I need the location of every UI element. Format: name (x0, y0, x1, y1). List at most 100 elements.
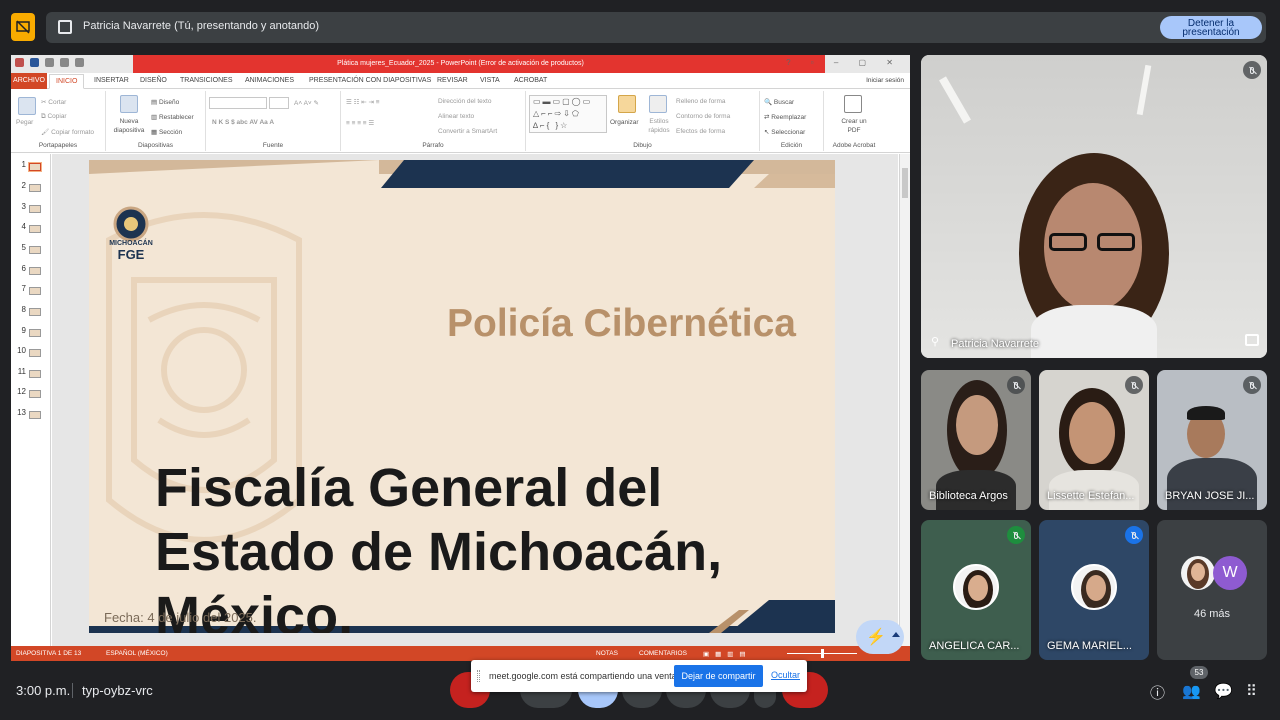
thumbnail-5[interactable]: 5 (14, 243, 48, 257)
tab-archivo[interactable]: ARCHIVO (11, 73, 47, 89)
quick-styles-button[interactable]: Estilos rápidos (644, 117, 674, 135)
arrange-button[interactable]: Organizar (610, 119, 639, 126)
info-icon[interactable]: ⓘ (1150, 682, 1165, 703)
new-slide-icon[interactable] (120, 95, 138, 113)
avatar (953, 564, 999, 610)
comments-button[interactable]: COMENTARIOS (639, 650, 687, 657)
tab-presentacion[interactable]: PRESENTACIÓN CON DIAPOSITIVAS (309, 77, 431, 84)
presenter-mic-off-icon (1243, 61, 1261, 79)
hide-notice-link[interactable]: Ocultar (771, 670, 800, 680)
find-button[interactable]: 🔍 Buscar (764, 98, 794, 106)
tile-lissette[interactable]: Lissette Estefan... (1039, 370, 1149, 510)
thumbnail-9[interactable]: 9 (14, 326, 48, 340)
tab-transiciones[interactable]: TRANSICIONES (180, 77, 233, 84)
notes-button[interactable]: NOTAS (596, 650, 618, 657)
font-format-buttons[interactable]: N K S $ abc AV Aa A (212, 119, 274, 126)
chevron-up-icon (892, 632, 900, 637)
language-indicator[interactable]: ESPAÑOL (MÉXICO) (106, 650, 168, 657)
stop-sharing-button[interactable]: Dejar de compartir (674, 665, 763, 687)
section-button[interactable]: ▦ Sección (151, 128, 182, 136)
tile-bryan[interactable]: BRYAN JOSE JI... (1157, 370, 1267, 510)
text-direction-button[interactable]: Dirección del texto (438, 98, 491, 105)
people-icon[interactable]: 👥 (1182, 682, 1201, 700)
format-painter-button[interactable]: 🖌 Copiar formato (41, 128, 94, 136)
shape-outline-button[interactable]: Contorno de forma (676, 113, 730, 120)
thumbnail-2[interactable]: 2 (14, 181, 48, 195)
cut-button[interactable]: ✂ Cortar (41, 98, 66, 106)
tab-revisar[interactable]: REVISAR (437, 77, 468, 84)
find-label: Buscar (773, 99, 795, 106)
screen-share-notice: meet.google.com está compartiendo una ve… (471, 660, 807, 692)
shapes-gallery[interactable]: ▭▬▭▢◯▭ △⌐⌐⇨⇩⬠ ∆⌐{ }☆ (529, 95, 607, 133)
tile-presenter[interactable]: Patricia Navarrete ⚲ (921, 55, 1267, 358)
thumbnail-4[interactable]: 4 (14, 222, 48, 236)
slide-scrollbar[interactable] (899, 154, 910, 646)
tab-animaciones[interactable]: ANIMACIONES (245, 77, 294, 84)
tab-inicio[interactable]: INICIO (49, 74, 85, 89)
thumbnail-13[interactable]: 13 (14, 408, 48, 422)
new-slide-button[interactable]: Nueva diapositiva (109, 117, 149, 135)
tile-biblioteca-argos[interactable]: Biblioteca Argos (921, 370, 1031, 510)
avatar-initial: W (1213, 556, 1247, 590)
view-buttons[interactable]: ▣▦▥▤ (703, 650, 752, 658)
tab-vista[interactable]: VISTA (480, 77, 500, 84)
shape-effects-button[interactable]: Efectos de forma (676, 128, 725, 135)
tile-more-participants[interactable]: W 46 más (1157, 520, 1267, 660)
tab-diseno[interactable]: DISEÑO (140, 77, 167, 84)
thumbnail-7[interactable]: 7 (14, 284, 48, 298)
activities-grid-icon[interactable]: ⠿ (1246, 682, 1257, 700)
quick-styles-icon[interactable] (649, 95, 667, 113)
shape-fill-button[interactable]: Relleno de forma (676, 98, 726, 105)
reset-button[interactable]: ▥ Restablecer (151, 113, 194, 121)
group-label-clipboard: Portapapeles (38, 142, 78, 149)
paste-button[interactable]: Pegar (16, 119, 33, 126)
tile-gema[interactable]: GEMA MARIEL... (1039, 520, 1149, 660)
pin-tile-icon[interactable] (1245, 334, 1259, 346)
cut-label: Cortar (48, 99, 67, 106)
thumbnail-10[interactable]: 10 (14, 346, 48, 360)
mic-off-icon (1125, 526, 1143, 544)
create-pdf-button[interactable]: Crear un PDF (834, 117, 874, 135)
thumbnail-11[interactable]: 11 (14, 367, 48, 381)
document-title: Plática mujeres_Ecuador_2025 - PowerPoin… (337, 60, 584, 67)
chat-icon[interactable]: 💬 (1214, 682, 1233, 700)
sign-in-link[interactable]: Iniciar sesión (866, 77, 904, 84)
smartart-button[interactable]: Convertir a SmartArt (438, 128, 497, 135)
font-size-field[interactable] (269, 97, 289, 109)
copy-button[interactable]: ⧉ Copiar (41, 113, 67, 121)
list-buttons[interactable]: ☰ ☷ ⇤ ⇥ ≡ (346, 98, 380, 106)
share-notice-message: meet.google.com está compartiendo una ve… (489, 671, 690, 681)
align-buttons[interactable]: ≡ ≡ ≡ ≡ ☰ (346, 119, 374, 127)
ribbon: Pegar ✂ Cortar ⧉ Copiar 🖌 Copiar formato… (11, 89, 910, 153)
pdf-icon[interactable] (844, 95, 862, 113)
arrange-icon[interactable] (618, 95, 636, 113)
stop-presenting-button[interactable]: Detener la presentación (1160, 16, 1262, 39)
thumbnail-3[interactable]: 3 (14, 202, 48, 216)
font-name-field[interactable] (209, 97, 267, 109)
annotation-tools-button[interactable]: ⚡ (856, 620, 904, 654)
tile-angelica[interactable]: ANGELICA CAR... (921, 520, 1031, 660)
thumbnail-1[interactable]: 1 (14, 160, 48, 174)
slide-subtitle: Policía Cibernética (447, 302, 796, 345)
select-button[interactable]: ↖ Seleccionar (764, 128, 805, 136)
zoom-slider-knob[interactable] (821, 649, 824, 658)
more-count-label: 46 más (1193, 608, 1231, 620)
replace-button[interactable]: ⇄ Reemplazar (764, 113, 806, 121)
paste-icon[interactable] (18, 97, 36, 115)
thumbnail-6[interactable]: 6 (14, 264, 48, 278)
mic-off-icon (1243, 376, 1261, 394)
logo-fge-text: FGE (117, 247, 145, 262)
font-grow-shrink[interactable]: A˄ A˅ ✎ (294, 99, 319, 107)
window-controls[interactable]: ? ▫ – ▢ ✕ (786, 58, 902, 67)
current-slide[interactable]: MICHOACÁN FGE Policía Cibernética Fiscal… (89, 160, 835, 633)
thumbnail-12[interactable]: 12 (14, 387, 48, 401)
group-font: A˄ A˅ ✎ N K S $ abc AV Aa A Fuente (206, 91, 341, 151)
tab-acrobat[interactable]: ACROBAT (514, 77, 547, 84)
group-label-slides: Diapositivas (137, 142, 174, 149)
thumbnail-8[interactable]: 8 (14, 305, 48, 319)
layout-button[interactable]: ▤ Diseño (151, 98, 179, 106)
tab-insertar[interactable]: INSERTAR (94, 77, 129, 84)
mic-active-icon (1007, 526, 1025, 544)
align-text-button[interactable]: Alinear texto (438, 113, 474, 120)
drag-handle[interactable] (477, 670, 480, 682)
